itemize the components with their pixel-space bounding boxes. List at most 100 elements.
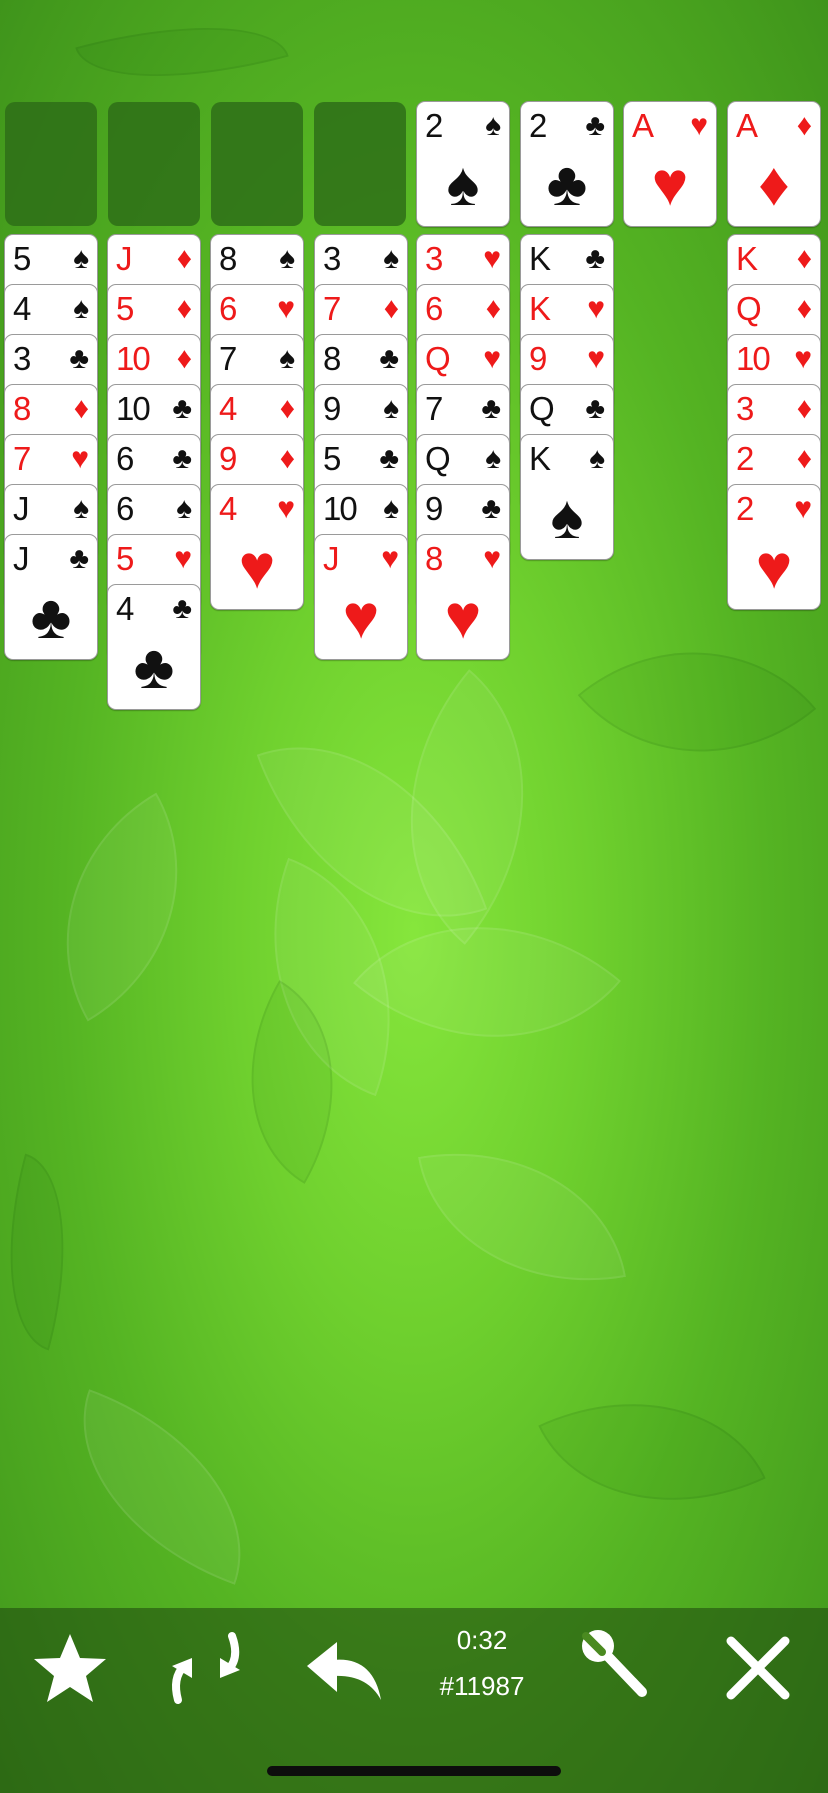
card-suit-icon: ♦ bbox=[796, 109, 812, 142]
card-suit-icon: ♠ bbox=[73, 242, 89, 275]
favorite-button[interactable] bbox=[22, 1628, 118, 1708]
card-suit-icon: ♥ bbox=[587, 342, 605, 375]
card-rank: Q bbox=[425, 340, 451, 377]
card-rank: 8 bbox=[219, 240, 237, 277]
card-rank: 8 bbox=[323, 340, 341, 377]
card-rank: J bbox=[13, 490, 29, 527]
card-suit-icon: ♠ bbox=[279, 342, 295, 375]
card-suit-icon: ♥ bbox=[174, 542, 192, 575]
card-rank: 6 bbox=[425, 290, 443, 327]
playing-card[interactable]: 2 ♥ ♥ bbox=[727, 484, 821, 610]
card-rank: 4 bbox=[219, 490, 237, 527]
card-suit-icon: ♦ bbox=[796, 392, 812, 425]
card-center-suit-icon: ♠ bbox=[446, 150, 480, 219]
card-rank: 9 bbox=[425, 490, 443, 527]
card-suit-icon: ♦ bbox=[176, 242, 192, 275]
playing-card[interactable]: K ♠ ♠ bbox=[520, 434, 614, 560]
card-rank: 3 bbox=[13, 340, 31, 377]
card-rank: 7 bbox=[13, 440, 31, 477]
card-rank: 10 bbox=[323, 490, 358, 527]
card-rank: 7 bbox=[425, 390, 443, 427]
card-suit-icon: ♠ bbox=[73, 292, 89, 325]
card-rank: 8 bbox=[13, 390, 31, 427]
card-center-suit-icon: ♣ bbox=[133, 633, 175, 702]
card-suit-icon: ♣ bbox=[69, 342, 89, 375]
card-suit-icon: ♠ bbox=[485, 442, 501, 475]
card-suit-icon: ♦ bbox=[279, 392, 295, 425]
card-rank: 8 bbox=[425, 540, 443, 577]
card-suit-icon: ♣ bbox=[585, 109, 605, 142]
playing-card[interactable]: J ♣ ♣ bbox=[4, 534, 98, 660]
playing-card[interactable]: J ♥ ♥ bbox=[314, 534, 408, 660]
free-cell[interactable] bbox=[314, 102, 406, 226]
card-suit-icon: ♣ bbox=[172, 392, 192, 425]
card-center-suit-icon: ♥ bbox=[238, 533, 276, 602]
card-suit-icon: ♠ bbox=[383, 242, 399, 275]
background-leaf bbox=[75, 0, 289, 110]
card-rank: 5 bbox=[116, 290, 134, 327]
playing-card[interactable]: A ♥ ♥ bbox=[623, 101, 717, 227]
settings-button[interactable] bbox=[572, 1628, 668, 1708]
playing-card[interactable]: 4 ♥ ♥ bbox=[210, 484, 304, 610]
card-rank: 2 bbox=[529, 107, 547, 144]
card-rank: 2 bbox=[736, 440, 754, 477]
card-suit-icon: ♣ bbox=[172, 442, 192, 475]
game-number: #11987 bbox=[439, 1671, 525, 1701]
close-button[interactable] bbox=[710, 1628, 806, 1708]
card-suit-icon: ♠ bbox=[383, 492, 399, 525]
card-suit-icon: ♣ bbox=[585, 242, 605, 275]
card-suit-icon: ♠ bbox=[73, 492, 89, 525]
card-center-suit-icon: ♠ bbox=[550, 483, 584, 552]
card-suit-icon: ♣ bbox=[69, 542, 89, 575]
card-rank: 6 bbox=[116, 490, 134, 527]
card-suit-icon: ♠ bbox=[383, 392, 399, 425]
card-suit-icon: ♠ bbox=[279, 242, 295, 275]
playing-card[interactable]: A ♦ ♦ bbox=[727, 101, 821, 227]
card-rank: 3 bbox=[425, 240, 443, 277]
card-suit-icon: ♦ bbox=[485, 292, 501, 325]
card-suit-icon: ♥ bbox=[277, 492, 295, 525]
free-cell[interactable] bbox=[211, 102, 303, 226]
card-rank: J bbox=[13, 540, 29, 577]
card-rank: K bbox=[736, 240, 758, 277]
home-indicator bbox=[267, 1766, 561, 1776]
card-rank: 7 bbox=[219, 340, 237, 377]
card-rank: 5 bbox=[13, 240, 31, 277]
background-leaf bbox=[0, 1153, 97, 1351]
card-suit-icon: ♥ bbox=[794, 342, 812, 375]
card-suit-icon: ♣ bbox=[172, 592, 192, 625]
card-rank: 4 bbox=[116, 590, 134, 627]
card-suit-icon: ♥ bbox=[690, 109, 708, 142]
card-rank: 9 bbox=[529, 340, 547, 377]
card-suit-icon: ♦ bbox=[796, 292, 812, 325]
card-rank: 2 bbox=[425, 107, 443, 144]
playing-card[interactable]: 2 ♣ ♣ bbox=[520, 101, 614, 227]
undo-button[interactable] bbox=[298, 1628, 394, 1708]
card-rank: 6 bbox=[219, 290, 237, 327]
background-leaf bbox=[577, 583, 817, 821]
shuffle-icon bbox=[172, 1632, 240, 1704]
card-suit-icon: ♥ bbox=[483, 342, 501, 375]
playing-card[interactable]: 8 ♥ ♥ bbox=[416, 534, 510, 660]
card-suit-icon: ♥ bbox=[587, 292, 605, 325]
card-rank: 3 bbox=[323, 240, 341, 277]
playing-card[interactable]: 4 ♣ ♣ bbox=[107, 584, 201, 710]
background-leaf bbox=[418, 1125, 626, 1309]
card-rank: 3 bbox=[736, 390, 754, 427]
playing-card[interactable]: 2 ♠ ♠ bbox=[416, 101, 510, 227]
card-rank: 9 bbox=[219, 440, 237, 477]
card-rank: A bbox=[736, 107, 758, 144]
new-game-button[interactable] bbox=[158, 1628, 254, 1708]
card-rank: 5 bbox=[323, 440, 341, 477]
card-suit-icon: ♣ bbox=[379, 342, 399, 375]
card-center-suit-icon: ♥ bbox=[755, 533, 793, 602]
background-leaf bbox=[5, 792, 239, 1022]
free-cell[interactable] bbox=[5, 102, 97, 226]
card-suit-icon: ♥ bbox=[277, 292, 295, 325]
free-cell[interactable] bbox=[108, 102, 200, 226]
card-suit-icon: ♣ bbox=[585, 392, 605, 425]
card-suit-icon: ♥ bbox=[794, 492, 812, 525]
card-rank: 5 bbox=[116, 540, 134, 577]
card-rank: K bbox=[529, 440, 551, 477]
card-rank: 4 bbox=[13, 290, 31, 327]
